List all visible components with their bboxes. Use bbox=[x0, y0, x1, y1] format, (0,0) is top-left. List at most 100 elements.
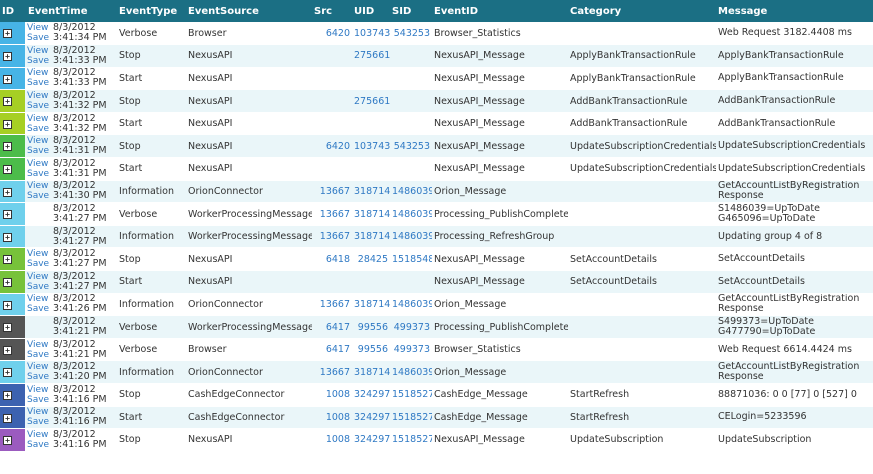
src-value[interactable]: 13667 bbox=[312, 225, 353, 249]
sid-value[interactable] bbox=[390, 67, 433, 91]
row-color-marker[interactable]: + bbox=[0, 338, 26, 362]
uid-value[interactable]: 318714 bbox=[352, 225, 391, 249]
save-link[interactable]: Save bbox=[27, 440, 50, 450]
view-link[interactable]: View bbox=[27, 294, 50, 304]
uid-value[interactable]: 99556 bbox=[352, 338, 391, 362]
save-link[interactable]: Save bbox=[27, 169, 50, 179]
save-link[interactable]: Save bbox=[27, 259, 50, 269]
row-color-marker[interactable]: + bbox=[0, 406, 26, 430]
sid-value[interactable] bbox=[390, 157, 433, 181]
sid-value[interactable]: 543253 bbox=[390, 134, 433, 159]
row-color-marker[interactable]: + bbox=[0, 67, 26, 91]
view-link[interactable]: View bbox=[27, 114, 50, 124]
expand-icon[interactable]: + bbox=[3, 74, 12, 84]
sid-value[interactable]: 499373 bbox=[390, 315, 433, 339]
expand-icon[interactable]: + bbox=[3, 413, 12, 423]
col-src[interactable]: Src bbox=[312, 0, 352, 22]
save-link[interactable]: Save bbox=[27, 304, 50, 314]
uid-value[interactable]: 324297 bbox=[352, 406, 391, 430]
row-color-marker[interactable]: + bbox=[0, 315, 26, 339]
src-value[interactable] bbox=[312, 157, 353, 181]
col-id[interactable]: ID bbox=[0, 0, 26, 22]
expand-icon[interactable]: + bbox=[3, 142, 12, 152]
view-link[interactable]: View bbox=[27, 385, 50, 395]
sid-value[interactable]: 1486039 bbox=[390, 202, 433, 226]
sid-value[interactable]: 499373 bbox=[390, 338, 433, 362]
expand-icon[interactable]: + bbox=[3, 210, 12, 220]
expand-icon[interactable]: + bbox=[3, 345, 12, 355]
src-value[interactable]: 13667 bbox=[312, 360, 353, 384]
uid-value[interactable]: 324297 bbox=[352, 383, 391, 407]
view-link[interactable]: View bbox=[27, 362, 50, 372]
uid-value[interactable]: 99556 bbox=[352, 315, 391, 339]
row-color-marker[interactable]: + bbox=[0, 202, 26, 226]
src-value[interactable]: 6420 bbox=[312, 134, 353, 159]
uid-value[interactable]: 103743 bbox=[352, 22, 391, 46]
uid-value[interactable]: 275661 bbox=[352, 89, 391, 113]
save-link[interactable]: Save bbox=[27, 417, 50, 427]
src-value[interactable] bbox=[312, 89, 353, 113]
save-link[interactable]: Save bbox=[27, 78, 50, 88]
src-value[interactable] bbox=[312, 44, 353, 68]
uid-value[interactable] bbox=[352, 270, 391, 294]
uid-value[interactable] bbox=[352, 67, 391, 91]
save-link[interactable]: Save bbox=[27, 124, 50, 134]
expand-icon[interactable]: + bbox=[3, 391, 12, 400]
expand-icon[interactable]: + bbox=[3, 119, 12, 129]
save-link[interactable]: Save bbox=[27, 372, 50, 382]
row-color-marker[interactable]: + bbox=[0, 293, 26, 317]
col-eventtype[interactable]: EventType bbox=[117, 0, 186, 22]
save-link[interactable]: Save bbox=[27, 56, 50, 66]
sid-value[interactable]: 543253 bbox=[390, 22, 433, 46]
col-eventid[interactable]: EventID bbox=[432, 0, 568, 22]
src-value[interactable] bbox=[312, 270, 353, 294]
src-value[interactable]: 13667 bbox=[312, 180, 353, 204]
src-value[interactable]: 1008 bbox=[312, 428, 353, 452]
save-link[interactable]: Save bbox=[27, 395, 50, 405]
src-value[interactable]: 6417 bbox=[312, 315, 353, 339]
row-color-marker[interactable]: + bbox=[0, 22, 26, 46]
view-link[interactable]: View bbox=[27, 430, 50, 440]
row-color-marker[interactable]: + bbox=[0, 180, 26, 204]
view-link[interactable]: View bbox=[27, 407, 50, 417]
row-color-marker[interactable]: + bbox=[0, 360, 26, 384]
src-value[interactable]: 13667 bbox=[312, 202, 353, 226]
sid-value[interactable]: 1518527 bbox=[390, 428, 433, 452]
src-value[interactable]: 1008 bbox=[312, 383, 353, 407]
save-link[interactable]: Save bbox=[27, 350, 50, 360]
view-link[interactable]: View bbox=[27, 46, 50, 56]
uid-value[interactable]: 318714 bbox=[352, 180, 391, 204]
save-link[interactable]: Save bbox=[27, 191, 50, 201]
expand-icon[interactable]: + bbox=[3, 255, 12, 265]
sid-value[interactable]: 1486039 bbox=[390, 360, 433, 384]
view-link[interactable]: View bbox=[27, 181, 50, 191]
col-message[interactable]: Message bbox=[716, 0, 873, 22]
src-value[interactable]: 6417 bbox=[312, 338, 353, 362]
uid-value[interactable]: 318714 bbox=[352, 293, 391, 317]
src-value[interactable]: 13667 bbox=[312, 293, 353, 317]
row-color-marker[interactable]: + bbox=[0, 89, 26, 113]
uid-value[interactable]: 275661 bbox=[352, 44, 391, 68]
sid-value[interactable] bbox=[390, 270, 433, 294]
expand-icon[interactable]: + bbox=[3, 323, 12, 333]
uid-value[interactable]: 103743 bbox=[352, 134, 391, 159]
view-link[interactable]: View bbox=[27, 23, 50, 33]
expand-icon[interactable]: + bbox=[3, 29, 12, 38]
row-color-marker[interactable]: + bbox=[0, 157, 26, 181]
row-color-marker[interactable]: + bbox=[0, 428, 26, 452]
row-color-marker[interactable]: + bbox=[0, 44, 26, 68]
expand-icon[interactable]: + bbox=[3, 436, 12, 446]
sid-value[interactable] bbox=[390, 44, 433, 68]
expand-icon[interactable]: + bbox=[3, 52, 12, 62]
expand-icon[interactable]: + bbox=[3, 97, 12, 107]
view-link[interactable]: View bbox=[27, 272, 50, 282]
view-link[interactable]: View bbox=[27, 68, 50, 78]
src-value[interactable] bbox=[312, 112, 353, 136]
expand-icon[interactable]: + bbox=[3, 187, 12, 197]
uid-value[interactable]: 318714 bbox=[352, 360, 391, 384]
expand-icon[interactable]: + bbox=[3, 300, 12, 310]
sid-value[interactable] bbox=[390, 112, 433, 136]
expand-icon[interactable]: + bbox=[3, 368, 12, 378]
save-link[interactable]: Save bbox=[27, 101, 50, 111]
uid-value[interactable]: 28425 bbox=[352, 247, 391, 272]
